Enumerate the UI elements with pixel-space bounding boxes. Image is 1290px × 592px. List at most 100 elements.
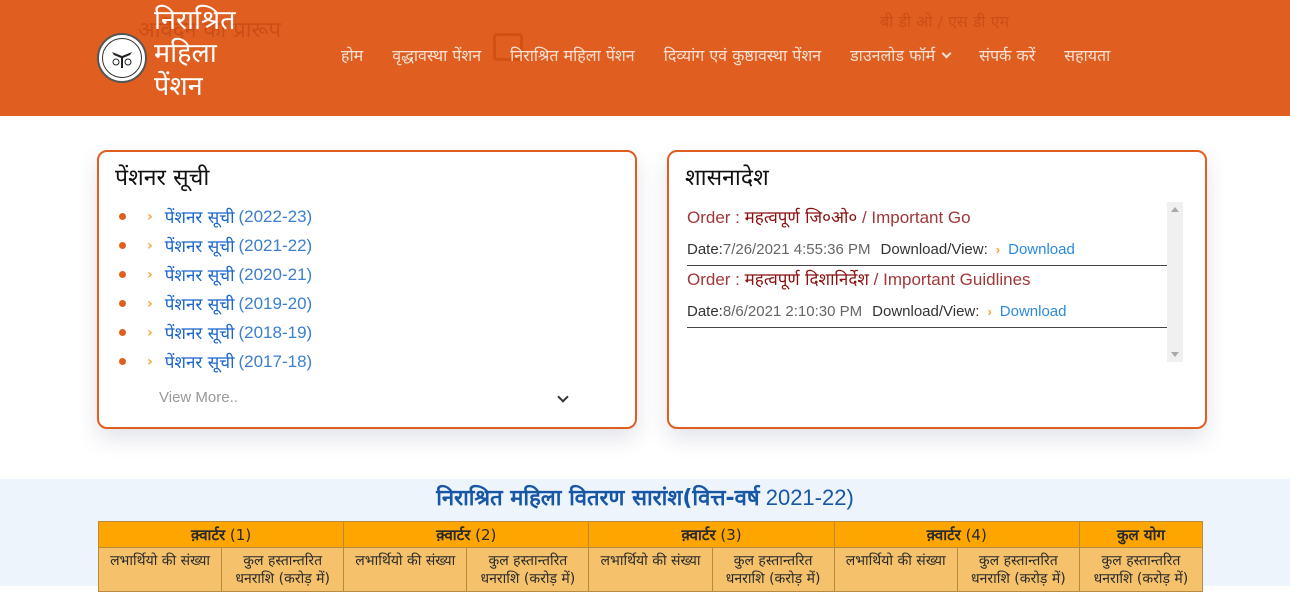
order-title-english: / Important Go [857, 208, 971, 227]
chevron-right-icon: › [147, 324, 153, 341]
orders-scrollbar[interactable] [1167, 202, 1183, 362]
emblem-icon [112, 52, 132, 68]
quarter-header: क़्वार्टर (2) [343, 521, 590, 548]
nav-label: सहायता [1064, 46, 1111, 65]
summary-title-hindi: निराश्रित महिला वितरण सारांश(वित्त-वर्ष [436, 486, 760, 511]
item-label[interactable]: पेंशनर सूची [165, 350, 235, 373]
nav-download-form[interactable]: डाउनलोड फॉर्म [850, 44, 952, 66]
total-header: कुल योग [1078, 521, 1204, 548]
scroll-up-arrow-icon[interactable] [1171, 207, 1179, 212]
download-link[interactable]: Download [1008, 241, 1075, 258]
order-title-hindi: महत्वपूर्ण जि०ओ० [744, 208, 858, 228]
ghost-background-text: बी डी ओ / एस डी एम [880, 12, 1010, 31]
scroll-down-arrow-icon[interactable] [1171, 352, 1179, 357]
item-label[interactable]: पेंशनर सूची [165, 263, 235, 286]
bullet-icon [119, 271, 126, 278]
order-prefix: Order : [687, 270, 745, 289]
brand-line: पेंशन [154, 71, 203, 102]
chevron-right-icon: › [147, 295, 153, 312]
order-item: Order : महत्वपूर्ण दिशानिर्देश / Importa… [687, 266, 1171, 328]
brand-line: निराश्रित [154, 5, 236, 36]
download-link[interactable]: Download [1000, 303, 1067, 320]
bullet-icon [119, 242, 126, 249]
col-amount: कुल हस्तान्तरित धनराशि (करोड़ में) [711, 547, 835, 592]
item-year[interactable]: (2021-22) [238, 236, 312, 256]
col-total-amount: कुल हस्तान्तरित धनराशि (करोड़ में) [1078, 547, 1204, 592]
item-year[interactable]: (2018-19) [238, 323, 312, 343]
table-header-row: क़्वार्टर (1) क़्वार्टर (2) क़्वार्टर (3… [97, 521, 1204, 548]
item-label[interactable]: पेंशनर सूची [165, 292, 235, 315]
nav-contact[interactable]: संपर्क करें [979, 44, 1035, 66]
item-label[interactable]: पेंशनर सूची [165, 234, 235, 257]
nav-disability-pension[interactable]: दिव्यांग एवं कुष्ठावस्था पेंशन [664, 44, 821, 66]
quarter-header: क़्वार्टर (4) [833, 521, 1080, 548]
nav-destitute-women-pension[interactable]: निराश्रित महिला पेंशन [510, 44, 635, 66]
chevron-right-icon: › [995, 242, 1001, 257]
chevron-right-icon: › [147, 266, 153, 283]
bullet-icon [119, 213, 126, 220]
up-govt-emblem-logo[interactable] [97, 33, 147, 83]
col-amount: कुल हस्तान्तरित धनराशि (करोड़ में) [956, 547, 1080, 592]
quarter-header: क़्वार्टर (1) [97, 521, 345, 548]
order-title: Order : महत्वपूर्ण जि०ओ० / Important Go [687, 204, 1171, 235]
nav-label: डाउनलोड फॉर्म [850, 46, 936, 65]
pensioner-list-item[interactable]: › पेंशनर सूची (2017-18) [119, 347, 312, 376]
site-brand-title[interactable]: निराश्रित महिला पेंशन [154, 4, 236, 103]
site-header: आवेदन का प्रारूप बी डी ओ / एस डी एम निरा… [0, 0, 1290, 116]
item-year[interactable]: (2022-23) [238, 207, 312, 227]
card-title: पेंशनर सूची [115, 165, 210, 191]
orders-list: Order : महत्वपूर्ण जि०ओ० / Important Go … [687, 204, 1171, 328]
nav-label: निराश्रित महिला पेंशन [510, 46, 635, 65]
summary-title: निराश्रित महिला वितरण सारांश(वित्त-वर्ष … [0, 482, 1290, 512]
chevron-right-icon: › [147, 208, 153, 225]
col-amount: कुल हस्तान्तरित धनराशि (करोड़ में) [466, 547, 590, 592]
order-meta: Date:7/26/2021 4:55:36 PM Download/View: ›… [687, 235, 1171, 266]
brand-line: महिला [154, 38, 217, 69]
bullet-icon [119, 300, 126, 307]
card-title: शासनादेश [685, 165, 769, 191]
pensioner-list-item[interactable]: › पेंशनर सूची (2019-20) [119, 289, 312, 318]
chevron-down-icon[interactable] [557, 391, 569, 403]
item-label[interactable]: पेंशनर सूची [165, 321, 235, 344]
pensioner-list-item[interactable]: › पेंशनर सूची (2022-23) [119, 202, 312, 231]
download-label: Download/View: [872, 303, 980, 320]
col-beneficiaries: लभार्थियो की संख्या [343, 547, 468, 592]
chevron-down-icon [941, 48, 952, 58]
chevron-right-icon: › [987, 304, 992, 319]
govt-orders-card: शासनादेश Order : महत्वपूर्ण जि०ओ० / Impo… [667, 150, 1207, 429]
nav-label: संपर्क करें [979, 46, 1036, 65]
order-item: Order : महत्वपूर्ण जि०ओ० / Important Go … [687, 204, 1171, 266]
date-label: Date: [687, 303, 723, 320]
date-label: Date: [687, 241, 723, 258]
nav-label: होम [341, 46, 364, 65]
table-subheader-row: लभार्थियो की संख्या कुल हस्तान्तरित धनरा… [97, 547, 1204, 592]
order-title: Order : महत्वपूर्ण दिशानिर्देश / Importa… [687, 266, 1171, 297]
col-beneficiaries: लभार्थियो की संख्या [833, 547, 958, 592]
col-beneficiaries: लभार्थियो की संख्या [588, 547, 713, 592]
nav-old-age-pension[interactable]: वृद्धावस्था पेंशन [392, 44, 481, 66]
pensioner-list-card: पेंशनर सूची › पेंशनर सूची (2022-23) › पेंशन… [97, 150, 637, 429]
nav-label: दिव्यांग एवं कुष्ठावस्था पेंशन [663, 46, 822, 65]
distribution-summary-section: निराश्रित महिला वितरण सारांश(वित्त-वर्ष … [0, 479, 1290, 592]
chevron-right-icon: › [147, 237, 153, 254]
download-label: Download/View: [880, 241, 988, 258]
pensioner-list: › पेंशनर सूची (2022-23) › पेंशनर सूची (2021-… [119, 202, 312, 376]
nav-help[interactable]: सहायता [1064, 44, 1110, 66]
main-nav: होम वृद्धावस्था पेंशन निराश्रित महिला पे… [341, 44, 1139, 66]
nav-home[interactable]: होम [341, 44, 363, 66]
summary-title-year: 2021-22) [759, 485, 854, 510]
col-beneficiaries: लभार्थियो की संख्या [97, 547, 223, 592]
item-year[interactable]: (2019-20) [238, 294, 312, 314]
pensioner-list-item[interactable]: › पेंशनर सूची (2020-21) [119, 260, 312, 289]
order-title-hindi: महत्वपूर्ण दिशानिर्देश [744, 270, 869, 290]
summary-table: क़्वार्टर (1) क़्वार्टर (2) क़्वार्टर (3… [97, 521, 1204, 592]
order-prefix: Order : [687, 208, 745, 227]
quarter-header: क़्वार्टर (3) [588, 521, 835, 548]
pensioner-list-item[interactable]: › पेंशनर सूची (2018-19) [119, 318, 312, 347]
pensioner-list-item[interactable]: › पेंशनर सूची (2021-22) [119, 231, 312, 260]
item-year[interactable]: (2020-21) [238, 265, 312, 285]
view-more-link[interactable]: View More.. [159, 389, 238, 406]
order-date: 7/26/2021 4:55:36 PM [722, 241, 871, 258]
item-label[interactable]: पेंशनर सूची [165, 205, 235, 228]
item-year[interactable]: (2017-18) [238, 352, 312, 372]
